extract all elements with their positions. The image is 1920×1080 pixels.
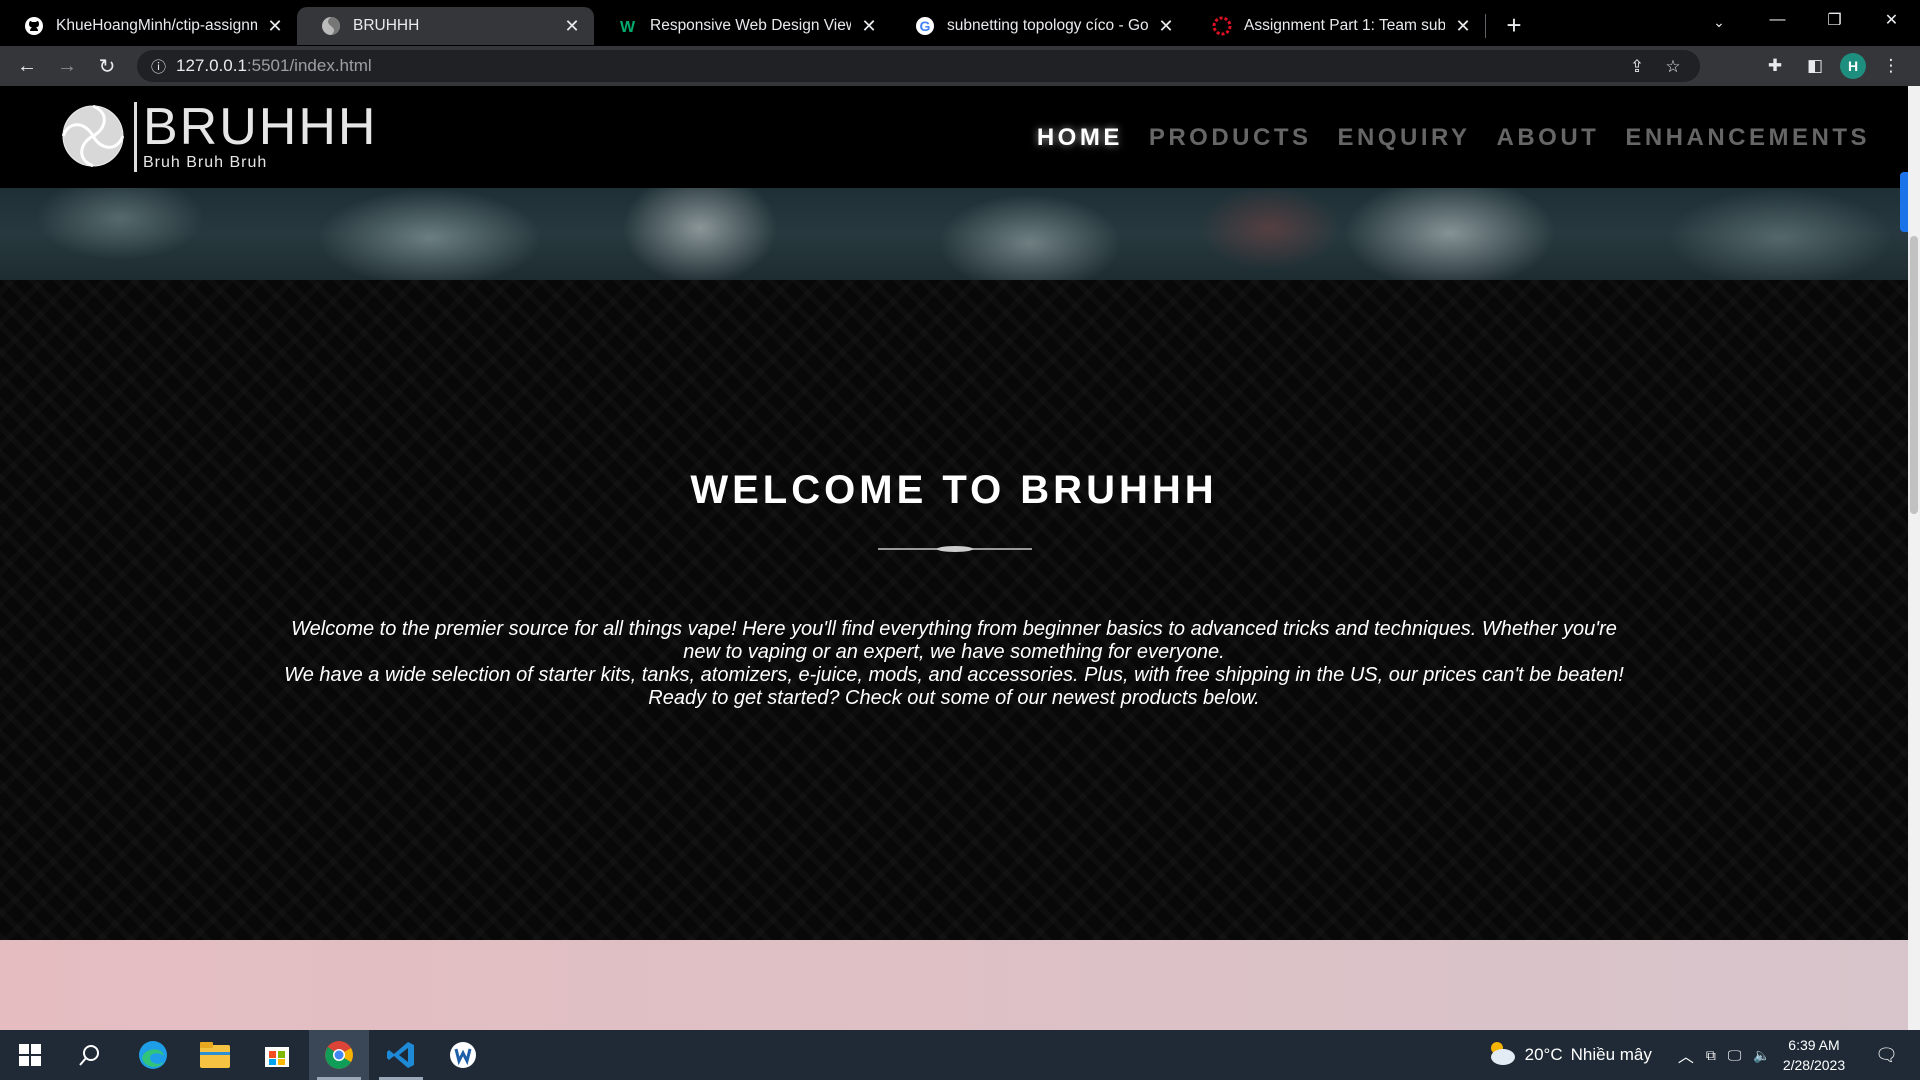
welcome-line: We have a wide selection of starter kits… (284, 664, 1624, 686)
nav-home[interactable]: HOME (1037, 124, 1123, 152)
chevron-up-icon[interactable]: ︿ (1678, 1043, 1694, 1067)
share-icon[interactable]: ⇪ (1624, 54, 1650, 80)
windows-taskbar: 20°C Nhiều mây ︿ ⧉ 🖵 🔈 6:39 AM 2/28/2023… (0, 1030, 1920, 1080)
site-logo-icon (321, 16, 341, 36)
tab-title: subnetting topology cíco - Goog (947, 17, 1148, 34)
welcome-title: WELCOME TO BRUHHH (690, 468, 1218, 512)
logo-name: BRUHHH (143, 98, 378, 156)
browser-tab[interactable]: G subnetting topology cíco - Goog ✕ (891, 7, 1188, 45)
hero-banner-image (0, 188, 1908, 280)
meet-now-icon[interactable]: ⧉ (1706, 1047, 1716, 1064)
notification-icon[interactable]: 🗨 (1875, 1045, 1898, 1066)
nav-enhancements[interactable]: ENHANCEMENTS (1625, 124, 1870, 152)
page-viewport: BRUHHH Bruh Bruh Bruh HOME PRODUCTS ENQU… (0, 86, 1908, 1030)
restore-icon[interactable]: ❐ (1806, 0, 1863, 40)
tab-close-icon[interactable]: ✕ (1156, 16, 1176, 36)
tab-close-icon[interactable]: ✕ (562, 16, 582, 36)
github-icon (24, 16, 44, 36)
products-section-preview (0, 940, 1908, 1030)
address-bar[interactable]: ⓘ 127.0.0.1:5501/index.html ⇪ ☆ (137, 50, 1700, 82)
reload-icon[interactable]: ↻ (87, 46, 127, 86)
logo-swirl-icon (62, 105, 124, 167)
site-info-icon[interactable]: ⓘ (151, 56, 166, 77)
welcome-line: Ready to get started? Check out some of … (648, 687, 1260, 709)
w3schools-icon: W (618, 16, 638, 36)
tab-close-icon[interactable]: ✕ (265, 16, 285, 36)
bookmark-star-icon[interactable]: ☆ (1660, 54, 1686, 80)
ornament-divider (878, 546, 1032, 552)
new-tab-icon[interactable]: + (1496, 7, 1532, 43)
weather-desc[interactable]: Nhiều mây (1571, 1045, 1652, 1065)
welcome-paragraph: Welcome to the premier source for all th… (280, 618, 1628, 710)
url-path: :5501/index.html (246, 56, 372, 75)
file-explorer-icon[interactable] (185, 1030, 245, 1080)
volume-icon[interactable]: 🔈 (1753, 1047, 1770, 1064)
windows-start-icon[interactable] (0, 1030, 60, 1080)
url-host: 127.0.0.1 (176, 56, 247, 75)
scroll-position-marker (1900, 172, 1908, 232)
nav-enquiry[interactable]: ENQUIRY (1338, 124, 1471, 152)
search-icon[interactable] (60, 1030, 120, 1080)
edge-browser-icon[interactable] (123, 1030, 183, 1080)
system-tray: 20°C Nhiều mây ︿ ⧉ 🖵 🔈 6:39 AM 2/28/2023… (1485, 1030, 1920, 1080)
svg-text:W: W (620, 19, 636, 36)
tab-title: BRUHHH (353, 17, 420, 34)
system-clock[interactable]: 6:39 AM 2/28/2023 (1783, 1035, 1845, 1075)
logo-tagline: Bruh Bruh Bruh (143, 154, 268, 171)
network-icon[interactable]: 🖵 (1728, 1047, 1742, 1064)
browser-tab-active[interactable]: BRUHHH ✕ (297, 7, 594, 45)
tab-title: Assignment Part 1: Team submiss (1244, 17, 1445, 34)
nav-products[interactable]: PRODUCTS (1149, 124, 1312, 152)
minimize-icon[interactable]: — (1749, 0, 1806, 40)
tab-search-icon[interactable]: ⌄ (1702, 8, 1736, 36)
clock-date: 2/28/2023 (1782, 1057, 1846, 1073)
app-icon[interactable] (433, 1030, 493, 1080)
browser-tab[interactable]: W Responsive Web Design Viewpor ✕ (594, 7, 891, 45)
page-scrollbar[interactable] (1908, 86, 1920, 1030)
browser-tab[interactable]: Assignment Part 1: Team submiss ✕ (1188, 7, 1485, 45)
tab-separator (1485, 14, 1486, 38)
welcome-section: WELCOME TO BRUHHH Welcome to the premier… (0, 280, 1908, 940)
google-icon: G (915, 16, 935, 36)
tab-title: Responsive Web Design Viewpor (650, 17, 851, 34)
tab-close-icon[interactable]: ✕ (1453, 16, 1473, 36)
window-controls: — ❐ ✕ (1749, 0, 1920, 40)
browser-tab[interactable]: KhueHoangMinh/ctip-assignmen ✕ (0, 7, 297, 45)
weather-temp[interactable]: 20°C (1525, 1045, 1563, 1065)
browser-tab-strip: KhueHoangMinh/ctip-assignmen ✕ BRUHHH ✕ … (0, 0, 1920, 46)
clock-time: 6:39 AM (1788, 1037, 1840, 1053)
welcome-line: Welcome to the premier source for all th… (291, 618, 1617, 663)
profile-avatar[interactable]: H (1840, 53, 1866, 79)
microsoft-store-icon[interactable] (247, 1030, 307, 1080)
site-logo[interactable]: BRUHHH Bruh Bruh Bruh (62, 98, 378, 172)
chrome-icon[interactable] (309, 1030, 369, 1080)
swinburne-icon (1212, 16, 1232, 36)
tab-close-icon[interactable]: ✕ (859, 16, 879, 36)
close-window-icon[interactable]: ✕ (1863, 0, 1920, 40)
svg-text:G: G (920, 18, 931, 34)
extensions-icon[interactable]: ✚ (1760, 51, 1790, 81)
back-icon[interactable]: ← (7, 46, 47, 86)
main-nav: HOME PRODUCTS ENQUIRY ABOUT ENHANCEMENTS (1037, 124, 1870, 152)
menu-kebab-icon[interactable]: ⋮ (1876, 51, 1906, 81)
vscode-icon[interactable] (371, 1030, 431, 1080)
tab-title: KhueHoangMinh/ctip-assignmen (56, 17, 257, 34)
site-header: BRUHHH Bruh Bruh Bruh HOME PRODUCTS ENQU… (0, 86, 1908, 188)
nav-about[interactable]: ABOUT (1496, 124, 1599, 152)
browser-toolbar: ← → ↻ ⓘ 127.0.0.1:5501/index.html ⇪ ☆ ✚ … (0, 46, 1920, 86)
forward-icon[interactable]: → (47, 46, 87, 86)
side-panel-icon[interactable]: ◧ (1800, 51, 1830, 81)
scroll-thumb[interactable] (1910, 236, 1918, 514)
weather-cloud-icon[interactable] (1485, 1040, 1517, 1071)
